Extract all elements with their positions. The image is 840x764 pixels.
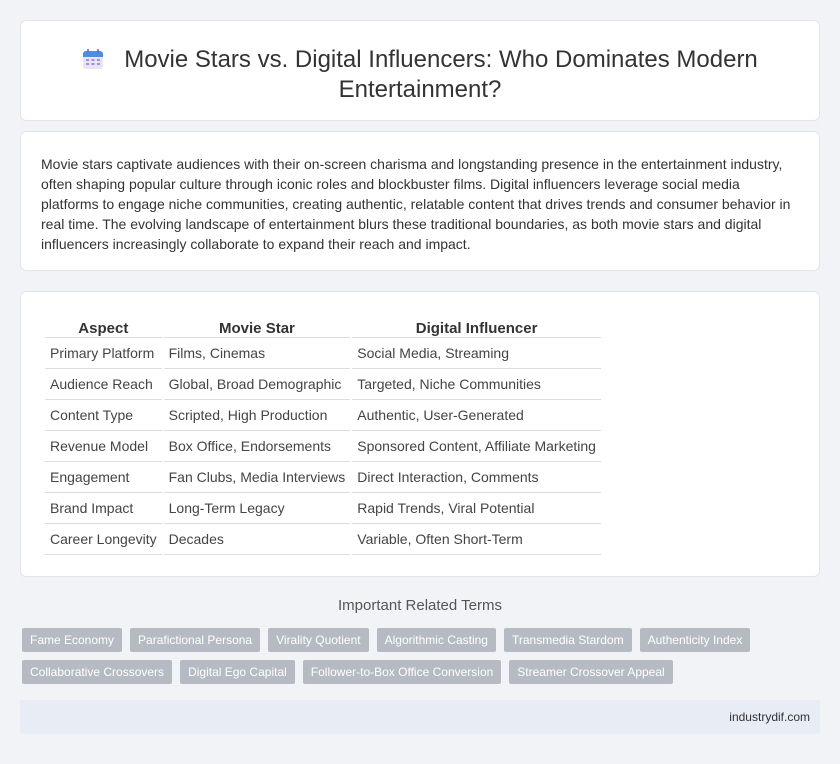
column-header: Movie Star [163,314,351,338]
table-cell: Fan Clubs, Media Interviews [163,462,351,493]
intro-card: Movie stars captivate audiences with the… [20,131,820,271]
table-row: Engagement Fan Clubs, Media Interviews D… [45,462,601,493]
title-text: Movie Stars vs. Digital Influencers: Who… [124,46,758,103]
table-cell: Scripted, High Production [163,400,351,431]
comparison-table: Aspect Movie Star Digital Influencer Pri… [43,314,603,555]
term-tag[interactable]: Parafictional Persona [130,628,261,652]
intro-paragraph: Movie stars captivate audiences with the… [41,156,791,252]
table-cell: Targeted, Niche Communities [352,369,601,400]
table-header-row: Aspect Movie Star Digital Influencer [45,314,601,338]
table-row: Brand Impact Long-Term Legacy Rapid Tren… [45,493,601,524]
related-terms-list: Fame Economy Parafictional Persona Viral… [22,628,812,684]
page-title: Movie Stars vs. Digital Influencers: Who… [21,45,819,105]
comparison-card: Aspect Movie Star Digital Influencer Pri… [20,291,820,577]
table-cell: Films, Cinemas [163,338,351,369]
footer: industrydif.com [20,700,820,734]
table-cell: Decades [163,524,351,555]
column-header: Aspect [45,314,162,338]
term-tag[interactable]: Digital Ego Capital [180,660,295,684]
footer-site-link[interactable]: industrydif.com [729,710,810,724]
table-cell: Global, Broad Demographic [163,369,351,400]
table-row: Audience Reach Global, Broad Demographic… [45,369,601,400]
table-cell: Direct Interaction, Comments [352,462,601,493]
calendar-icon [82,48,104,70]
table-row: Career Longevity Decades Variable, Often… [45,524,601,555]
term-tag[interactable]: Authenticity Index [639,628,751,652]
table-cell: Engagement [45,462,162,493]
table-cell: Primary Platform [45,338,162,369]
table-cell: Social Media, Streaming [352,338,601,369]
term-tag[interactable]: Follower-to-Box Office Conversion [302,660,502,684]
table-cell: Rapid Trends, Viral Potential [352,493,601,524]
term-tag[interactable]: Streamer Crossover Appeal [509,660,673,684]
table-cell: Sponsored Content, Affiliate Marketing [352,431,601,462]
table-cell: Brand Impact [45,493,162,524]
term-tag[interactable]: Virality Quotient [268,628,369,652]
table-row: Content Type Scripted, High Production A… [45,400,601,431]
term-tag[interactable]: Transmedia Stardom [503,628,632,652]
table-cell: Content Type [45,400,162,431]
table-row: Revenue Model Box Office, Endorsements S… [45,431,601,462]
table-cell: Long-Term Legacy [163,493,351,524]
table-cell: Career Longevity [45,524,162,555]
table-cell: Authentic, User-Generated [352,400,601,431]
term-tag[interactable]: Algorithmic Casting [376,628,496,652]
title-card: Movie Stars vs. Digital Influencers: Who… [20,20,820,121]
table-row: Primary Platform Films, Cinemas Social M… [45,338,601,369]
table-cell: Box Office, Endorsements [163,431,351,462]
table-cell: Variable, Often Short-Term [352,524,601,555]
table-cell: Audience Reach [45,369,162,400]
table-cell: Revenue Model [45,431,162,462]
term-tag[interactable]: Collaborative Crossovers [22,660,173,684]
related-terms-heading: Important Related Terms [338,597,502,614]
term-tag[interactable]: Fame Economy [22,628,123,652]
column-header: Digital Influencer [352,314,601,338]
